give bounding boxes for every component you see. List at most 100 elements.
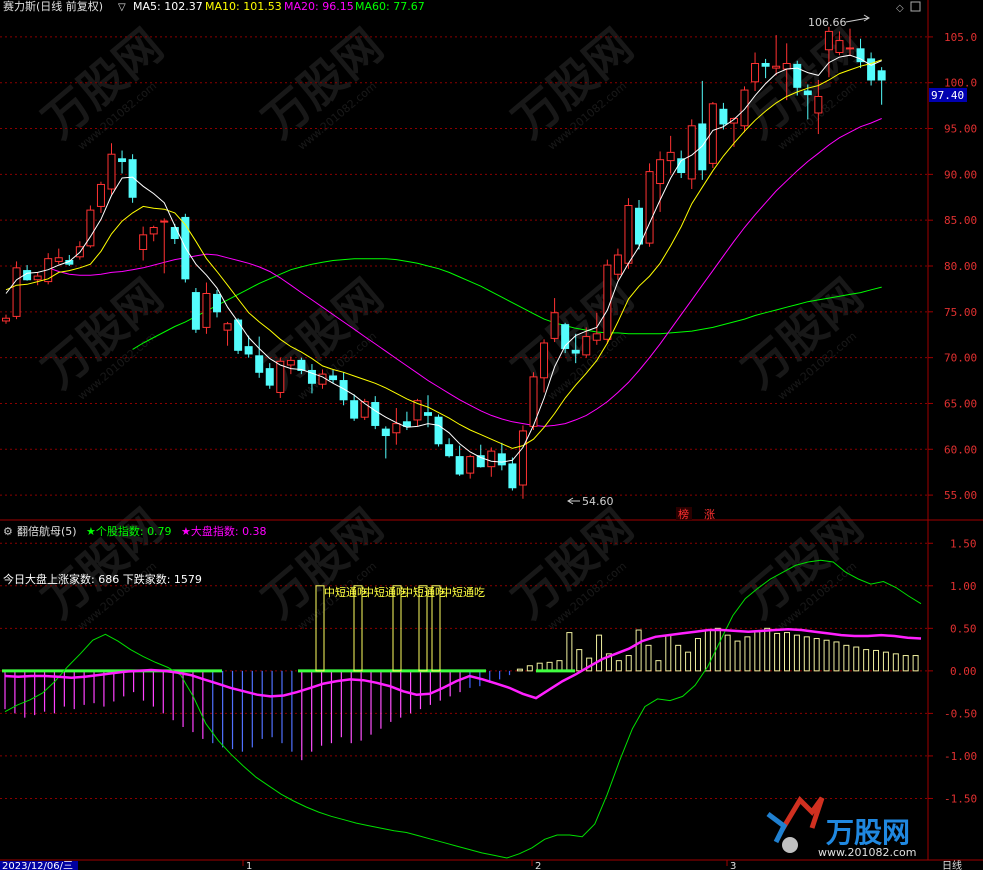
candle-body [2, 317, 10, 322]
candle-body [392, 423, 401, 434]
candle-body [761, 62, 770, 67]
candle-body [350, 400, 359, 419]
candle-body [265, 368, 274, 386]
ma5-label: MA5: 102.37 [133, 0, 203, 13]
candle-body [286, 359, 295, 366]
price-tick-label: 55.00 [944, 489, 977, 502]
indicator-tick-label: 1.00 [950, 580, 977, 593]
period-label: 日线 [942, 859, 962, 870]
candle-body [381, 428, 390, 437]
price-tag: 97.40 [929, 88, 967, 102]
candle-body [244, 346, 253, 355]
signal-label: 中短通吃 [441, 585, 485, 599]
candle-body [782, 62, 791, 70]
stock-index-label: ★个股指数: 0.79 [86, 524, 172, 538]
candle-body [582, 336, 591, 356]
candle-body [402, 421, 411, 427]
indicator-title: 翻倍航母(5) [17, 524, 77, 538]
signal-labels: 中短通吃中短通吃中短通吃中短通吃 [324, 585, 485, 599]
candle-body [656, 159, 665, 185]
candle-body [54, 257, 63, 262]
candle-body [645, 171, 654, 244]
candle-body [877, 70, 886, 81]
candle-body [571, 349, 580, 354]
candle-body [445, 444, 454, 457]
date-label: 2023/12/06/三 [2, 861, 73, 870]
indicator-tick-label: -1.50 [944, 792, 977, 805]
candle-body [613, 254, 622, 275]
indicator-tick-label: -0.50 [944, 707, 977, 720]
signal-label: 中短通吃 [363, 585, 407, 599]
candle-body [719, 108, 728, 125]
candle-body [160, 220, 169, 223]
price-tag-value: 97.40 [931, 89, 964, 102]
candle-body [867, 58, 876, 81]
candle-body [635, 207, 643, 245]
candle-body [424, 412, 432, 416]
price-tick-label: 60.00 [944, 443, 977, 456]
price-tick-label: 105.0 [944, 31, 977, 44]
candle-body [518, 430, 527, 486]
candle-body [772, 65, 781, 69]
indicator-tick-label: 0.50 [950, 622, 977, 635]
candle-body [191, 292, 200, 330]
candle-body [33, 275, 42, 281]
candle-body [12, 267, 21, 317]
brand-logo-title: 万股网 [826, 816, 910, 849]
candle-body [824, 30, 833, 51]
candle-body [223, 323, 232, 331]
candle-body [255, 355, 264, 373]
price-tick-label: 70.00 [944, 352, 977, 365]
indicator-tick-label: 1.50 [950, 537, 977, 550]
candle-body [118, 158, 127, 163]
indicator-tick-label: -1.00 [944, 750, 977, 763]
stock-title: 赛力斯(日线 前复权) [3, 0, 103, 13]
board-tag-0: 榜 [678, 507, 689, 521]
candle-body [139, 234, 148, 251]
candle-body [561, 324, 570, 349]
candle-body [202, 292, 211, 328]
stock-chart[interactable]: 万股网www.201082.com 万股网www.201082.com 万股网www… [0, 0, 983, 870]
chart-background [0, 0, 983, 870]
candle-body [803, 90, 812, 96]
price-tick-label: 85.00 [944, 214, 977, 227]
gear-icon: ⚙ [3, 525, 13, 538]
ma60-label: MA60: 77.67 [355, 0, 425, 13]
candle-body [550, 312, 559, 339]
candle-body [107, 153, 116, 190]
ma20-label: MA20: 96.15 [284, 0, 354, 13]
price-tick-label: 90.00 [944, 168, 977, 181]
candle-body [455, 456, 464, 475]
price-tick-label: 80.00 [944, 260, 977, 273]
high-label: 106.66 [808, 16, 847, 29]
candle-body [329, 375, 338, 381]
price-tick-label: 65.00 [944, 397, 977, 410]
diamond-icon: ◇ [896, 3, 904, 14]
candle-body [434, 416, 443, 445]
candle-body [814, 95, 823, 114]
candle-body [213, 293, 221, 313]
candle-body [835, 40, 844, 53]
chevron-down-icon: ▽ [118, 2, 126, 13]
indicator-tick-label: 0.00 [950, 665, 977, 678]
price-tick-label: 75.00 [944, 306, 977, 319]
candle-body [751, 62, 760, 83]
month-label-3: 3 [730, 861, 736, 870]
brand-logo-url: www.201082.com [818, 846, 916, 859]
candle-body [592, 333, 601, 341]
candle-body [149, 227, 158, 235]
candle-body [856, 48, 865, 63]
candle-body [698, 123, 707, 171]
candle-body [740, 89, 749, 127]
month-label-2: 2 [535, 861, 541, 870]
candle-body [128, 159, 137, 198]
market-breadth-info: 今日大盘上涨家数: 686 下跌家数: 1579 [3, 572, 202, 586]
main-header: 赛力斯(日线 前复权) ▽ MA5: 102.37 MA10: 101.53 M… [0, 0, 560, 13]
candle-body [234, 319, 243, 351]
price-tick-label: 100.0 [944, 77, 977, 90]
low-label: 54.60 [582, 495, 614, 508]
ma10-label: MA10: 101.53 [205, 0, 282, 13]
candle-body [487, 450, 496, 468]
board-tag-1: 涨 [704, 508, 715, 521]
candle-body [466, 456, 475, 474]
